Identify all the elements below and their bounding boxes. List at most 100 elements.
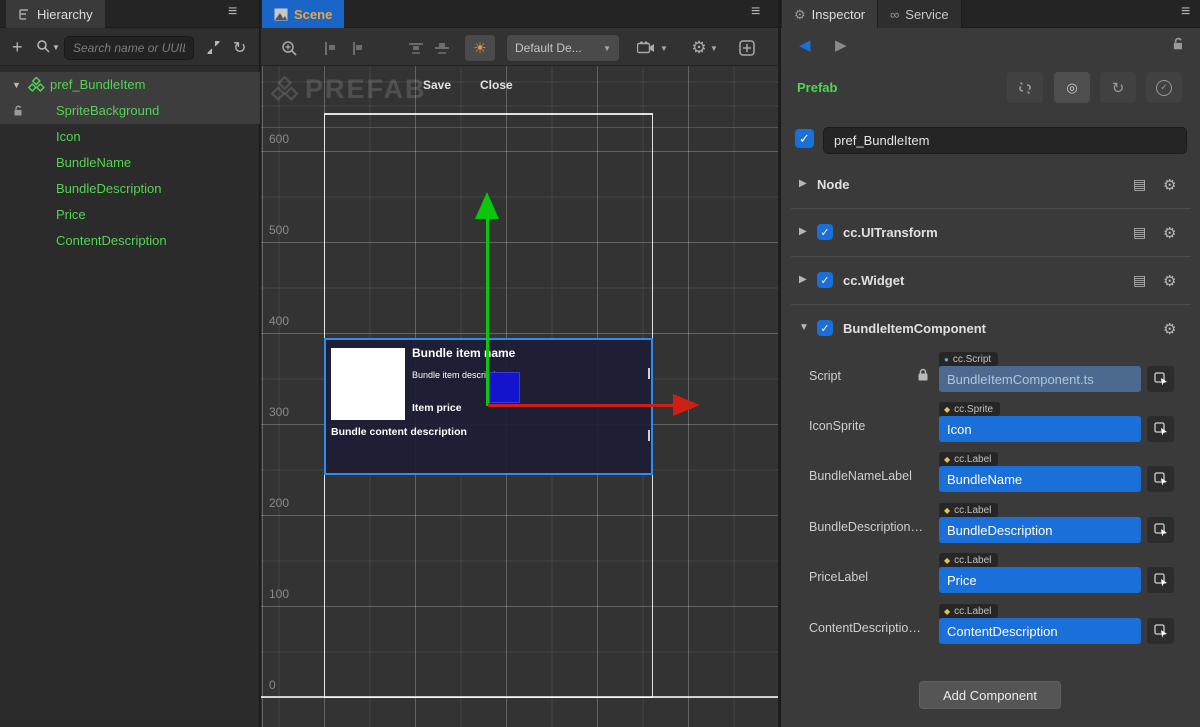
tree-item-label[interactable]: SpriteBackground xyxy=(56,103,159,118)
align-left-icon[interactable] xyxy=(319,35,341,61)
reference-value-chip[interactable]: BundleName xyxy=(939,466,1141,492)
section-bundleitemcomponent[interactable]: ▼ ✓ BundleItemComponent ⚙ xyxy=(781,314,1200,344)
docs-icon[interactable]: ▤ xyxy=(1133,272,1146,289)
tab-hierarchy[interactable]: Hierarchy xyxy=(6,0,105,28)
split-view-icon[interactable] xyxy=(735,35,759,61)
prefab-apply-button[interactable]: ✓ xyxy=(1146,72,1182,103)
distribute-middle-icon[interactable] xyxy=(431,35,453,61)
gizmo-y-arrowhead[interactable] xyxy=(475,192,499,219)
camera-caret-icon[interactable]: ▼ xyxy=(659,35,669,61)
unlock-icon[interactable] xyxy=(12,104,25,117)
section-widget[interactable]: ▶ ✓ cc.Widget ▤ ⚙ xyxy=(781,266,1200,296)
type-diamond-icon: ◆ xyxy=(944,455,950,464)
zoom-icon[interactable] xyxy=(277,35,301,61)
ruler-label: 100 xyxy=(269,587,289,601)
link-icon: ∞ xyxy=(890,8,899,21)
align-center-icon[interactable] xyxy=(345,35,367,61)
tree-item-label[interactable]: pref_BundleItem xyxy=(50,77,145,92)
resize-handle[interactable] xyxy=(648,430,650,441)
component-enabled-checkbox[interactable]: ✓ xyxy=(817,272,833,288)
docs-icon[interactable]: ▤ xyxy=(1133,224,1146,241)
tab-service[interactable]: ∞ Service xyxy=(878,0,962,28)
picker-icon[interactable] xyxy=(1147,466,1174,492)
reference-value-chip[interactable]: ContentDescription xyxy=(939,618,1141,644)
tree-item[interactable]: ContentDescription xyxy=(0,228,260,254)
picker-icon[interactable] xyxy=(1147,567,1174,593)
gear-icon[interactable]: ⚙ xyxy=(1163,272,1176,290)
prefab-unlink-button[interactable] xyxy=(1007,72,1043,103)
tree-item[interactable]: Icon xyxy=(0,124,260,150)
prefab-cubes-icon xyxy=(28,77,45,93)
tree-item[interactable]: SpriteBackground xyxy=(0,98,260,124)
docs-icon[interactable]: ▤ xyxy=(1133,176,1146,193)
divider xyxy=(791,208,1191,209)
hierarchy-tabbar: Hierarchy ≡ xyxy=(0,0,259,28)
prefab-locate-button[interactable]: ◎ xyxy=(1054,72,1090,103)
gizmo-x-arrowhead[interactable] xyxy=(673,394,700,416)
component-enabled-checkbox[interactable]: ✓ xyxy=(817,320,833,336)
collapsed-arrow-icon[interactable]: ▶ xyxy=(799,226,807,237)
gear-icon[interactable]: ⚙ xyxy=(1163,224,1176,242)
refresh-icon[interactable]: ↻ xyxy=(233,38,246,58)
distribute-top-icon[interactable] xyxy=(405,35,427,61)
collapsed-arrow-icon[interactable]: ▶ xyxy=(799,178,807,189)
add-component-button[interactable]: Add Component xyxy=(919,681,1061,709)
collapsed-arrow-icon[interactable]: ▶ xyxy=(799,274,807,285)
tree-item-label[interactable]: BundleName xyxy=(56,155,131,170)
component-enabled-checkbox[interactable]: ✓ xyxy=(817,224,833,240)
chevron-down-icon: ▼ xyxy=(603,44,611,53)
picker-icon[interactable] xyxy=(1147,366,1174,392)
hierarchy-menu-icon[interactable]: ≡ xyxy=(228,3,237,21)
resize-handle[interactable] xyxy=(648,368,650,379)
tree-item[interactable]: BundleDescription xyxy=(0,176,260,202)
tree-item[interactable]: BundleName xyxy=(0,150,260,176)
divider xyxy=(791,256,1191,257)
section-label: Node xyxy=(817,177,850,192)
node-active-checkbox[interactable]: ✓ xyxy=(795,129,814,148)
create-node-button[interactable]: + xyxy=(12,37,23,58)
tree-item-root[interactable]: ▼ pref_BundleItem xyxy=(0,72,260,98)
inspector-unlock-icon[interactable] xyxy=(1171,36,1186,51)
settings-caret-icon[interactable]: ▼ xyxy=(709,35,719,61)
collapse-all-icon[interactable] xyxy=(206,40,221,55)
tree-item-label[interactable]: Icon xyxy=(56,129,81,144)
gizmo-center-cube[interactable] xyxy=(489,372,520,403)
node-name-input[interactable] xyxy=(823,127,1187,154)
script-value-chip[interactable]: BundleItemComponent.ts xyxy=(939,366,1141,392)
scene-viewport[interactable]: PREFAB Save Close 600 500 400 300 200 10… xyxy=(261,66,778,727)
tree-item-label[interactable]: ContentDescription xyxy=(56,233,167,248)
gear-icon[interactable]: ⚙ xyxy=(1163,320,1176,338)
camera-icon[interactable] xyxy=(633,35,659,61)
search-input[interactable] xyxy=(64,36,194,60)
close-button[interactable]: Close xyxy=(480,78,513,92)
reference-value-chip[interactable]: BundleDescription xyxy=(939,517,1141,543)
expanded-arrow-icon[interactable]: ▼ xyxy=(799,322,809,333)
reference-value-chip[interactable]: Price xyxy=(939,567,1141,593)
tab-scene[interactable]: Scene xyxy=(262,0,344,28)
search-icon[interactable] xyxy=(36,39,51,54)
gizmo-x-axis[interactable] xyxy=(488,404,673,407)
device-dropdown[interactable]: Default De... ▼ xyxy=(507,35,619,61)
scene-menu-icon[interactable]: ≡ xyxy=(751,3,760,21)
save-button[interactable]: Save xyxy=(423,78,451,92)
tree-item-label[interactable]: Price xyxy=(56,207,86,222)
reference-value-chip[interactable]: Icon xyxy=(939,416,1141,442)
tab-inspector[interactable]: ⚙ Inspector xyxy=(782,0,878,28)
picker-icon[interactable] xyxy=(1147,618,1174,644)
tree-item[interactable]: Price xyxy=(0,202,260,228)
picker-icon[interactable] xyxy=(1147,416,1174,442)
expand-arrow-icon[interactable]: ▼ xyxy=(12,80,21,90)
nav-forward-icon[interactable]: ▶ xyxy=(835,36,847,54)
gear-icon[interactable]: ⚙ xyxy=(1163,176,1176,194)
section-uitransform[interactable]: ▶ ✓ cc.UITransform ▤ ⚙ xyxy=(781,218,1200,248)
scene-settings-gear-icon[interactable]: ⚙ xyxy=(689,35,709,61)
prefab-revert-button[interactable]: ↻ xyxy=(1100,72,1136,103)
picker-icon[interactable] xyxy=(1147,517,1174,543)
light-toggle-button[interactable]: ☀ xyxy=(465,35,495,61)
search-type-caret-icon[interactable]: ▼ xyxy=(52,43,60,52)
inspector-menu-icon[interactable]: ≡ xyxy=(1181,3,1190,21)
prefab-cubes-icon xyxy=(271,76,299,103)
nav-back-icon[interactable]: ◀ xyxy=(799,36,811,54)
section-node[interactable]: ▶ Node ▤ ⚙ xyxy=(781,170,1200,200)
tree-item-label[interactable]: BundleDescription xyxy=(56,181,162,196)
